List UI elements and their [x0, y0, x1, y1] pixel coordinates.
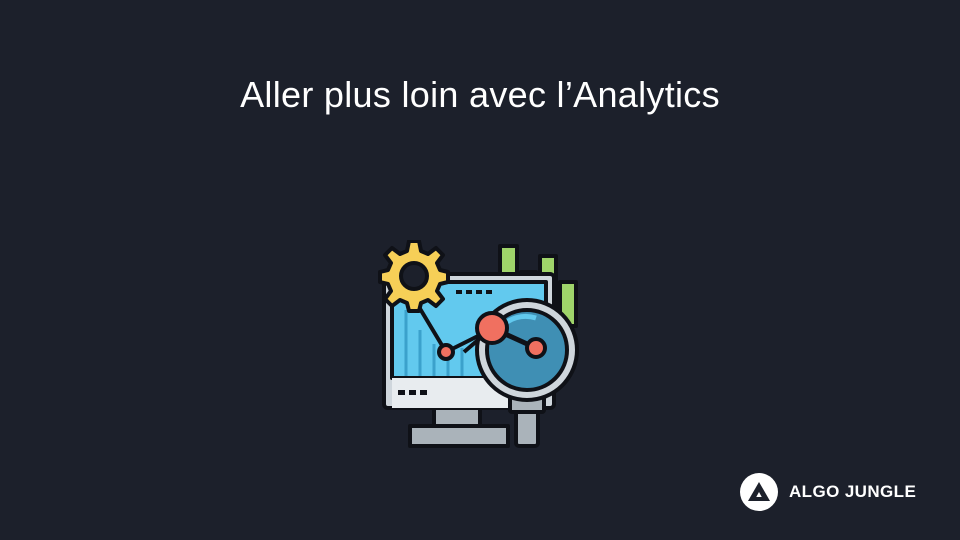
slide: Aller plus loin avec l’Analytics ALGO JU…: [0, 0, 960, 540]
algo-jungle-logo-icon: [740, 473, 778, 511]
monitor-stand-icon: [408, 402, 510, 448]
brand: ALGO JUNGLE: [740, 473, 916, 511]
slide-title: Aller plus loin avec l’Analytics: [240, 74, 720, 115]
brand-name: ALGO JUNGLE: [789, 482, 917, 501]
analytics-monitor-icon: [376, 239, 586, 450]
gear-icon: [378, 239, 450, 313]
